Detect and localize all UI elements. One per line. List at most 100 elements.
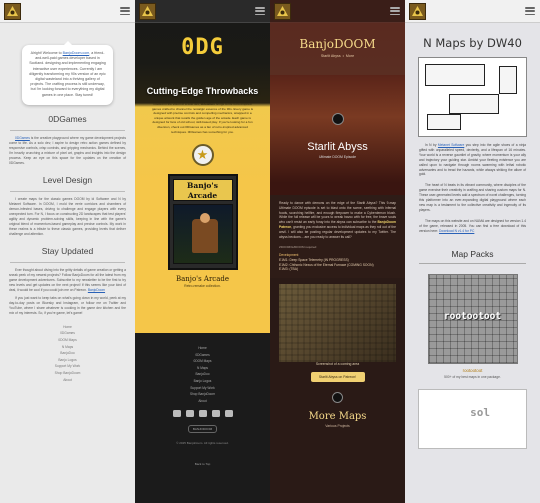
- copyright: © 2025 BanjoDoom. All rights reserved.: [176, 441, 229, 446]
- map-pack-thumbnail[interactable]: sol: [418, 388, 527, 449]
- paragraph-intro-a: In N by: [425, 143, 438, 147]
- hero-title: Cutting-Edge Throwbacks: [146, 86, 259, 96]
- map-text: Ready to dance with demons on the edge o…: [279, 201, 396, 239]
- site-title: BanjoDOOM: [299, 37, 376, 51]
- map-block: [425, 64, 485, 86]
- hero-link[interactable]: 0DGames: [201, 102, 215, 106]
- cover-title: Banjo's Arcade: [172, 179, 233, 202]
- hero-section: 0DG Cutting-Edge Throwbacks Rooted in th…: [135, 23, 270, 333]
- paragraph-stay-1-text: Ever thought about diving into the gritt…: [9, 267, 126, 292]
- divider: [10, 190, 125, 192]
- top-bar: [0, 0, 135, 23]
- map-text-b: , granting you exclusive access to indiv…: [279, 224, 396, 239]
- game-subtitle: Retro-remake collection.: [184, 284, 221, 289]
- map-pack-link[interactable]: rootootoot: [405, 368, 540, 373]
- banjodoom-link[interactable]: BanjoDoom: [88, 288, 105, 292]
- menu-icon[interactable]: [120, 7, 130, 15]
- nav-banjodoo[interactable]: BanjoDoo: [0, 350, 135, 357]
- intro-link[interactable]: BanjoDoom.com: [63, 51, 90, 55]
- more-maps-subtitle: Various Projects: [325, 423, 350, 428]
- nav-home[interactable]: Home: [135, 345, 270, 352]
- heading-map-packs: Map Packs: [451, 248, 494, 259]
- requirements: ZDOOM/GZDOOM required: [279, 245, 317, 250]
- site-header: BanjoDOOM Starlit Abyss • More: [270, 23, 405, 75]
- logo-icon[interactable]: [409, 2, 426, 20]
- panel-doom-maps-mobile: BanjoDOOM Starlit Abyss • More Starlit A…: [270, 0, 405, 503]
- nav-about[interactable]: About: [0, 377, 135, 384]
- logo-icon[interactable]: [4, 2, 21, 20]
- menu-icon[interactable]: [255, 7, 265, 15]
- menu-icon[interactable]: [525, 7, 535, 15]
- hero-text-b: brings to life retro-inspired games craf…: [151, 102, 254, 134]
- banjodoom-badge[interactable]: BANJODOOM: [187, 425, 218, 434]
- nav-n-maps[interactable]: N Maps: [135, 365, 270, 372]
- back-to-top-link[interactable]: Back to Top: [135, 462, 270, 466]
- footer-nav: Home 0DGames 0DOM Maps N Maps BanjoDoo B…: [0, 324, 135, 383]
- discord-icon[interactable]: [172, 410, 181, 418]
- paragraph-0dgames-text: is the creative playground where my game…: [9, 135, 126, 165]
- reddit-icon[interactable]: [198, 410, 207, 418]
- map-hero: Starlit Abyss Ultimate DOOM Episode: [270, 75, 405, 195]
- nav-about[interactable]: About: [135, 398, 270, 405]
- nav-banjo-logos[interactable]: Banjo Logos: [0, 357, 135, 364]
- development-list: Development E1M1: Deep Space Telemetry (…: [279, 253, 396, 271]
- nav-banjo-logos[interactable]: Banjo Logos: [135, 378, 270, 385]
- screenshot-caption: Screenshot of a coming area: [315, 361, 360, 366]
- nav-banjodoo[interactable]: BanjoDoo: [135, 371, 270, 378]
- cover-art: [172, 204, 233, 265]
- twitter-icon[interactable]: [211, 410, 220, 418]
- game-cover[interactable]: Banjo's Arcade: [167, 174, 238, 271]
- panel-n-maps-mobile: N Maps by DW40 In N by Metanet Software …: [405, 0, 540, 503]
- nav-separator: •: [342, 54, 344, 58]
- 0dgames-link[interactable]: 0DGames: [15, 136, 30, 140]
- map-pack-thumbnail[interactable]: rootootoot: [427, 273, 518, 364]
- logo-icon[interactable]: [139, 2, 156, 20]
- patreon-button[interactable]: Starlit Abyss on Patreon!: [310, 371, 365, 382]
- nav-starlit-abyss[interactable]: Starlit Abyss: [321, 54, 341, 58]
- game-title: Banjo's Arcade: [175, 275, 230, 284]
- footer: Home 0DGames 0DOM Maps N Maps BanjoDoo B…: [135, 333, 270, 467]
- map-pack-thumbnail-label: sol: [470, 405, 490, 419]
- nav-more[interactable]: More: [346, 54, 354, 58]
- logo-icon[interactable]: [274, 2, 291, 20]
- nav-shop[interactable]: Shop BanjoDoom: [0, 370, 135, 377]
- map-block: [449, 94, 499, 114]
- heading-stay-updated: Stay Updated: [41, 245, 94, 256]
- metanet-link[interactable]: Metanet Software: [438, 143, 464, 147]
- map-title: Starlit Abyss: [307, 141, 368, 153]
- heading-level-design: Level Design: [42, 174, 93, 185]
- nav-0dgames[interactable]: 0DGames: [0, 330, 135, 337]
- skull-icon: [331, 113, 344, 125]
- top-bar: [405, 0, 540, 23]
- header-nav: Starlit Abyss • More: [270, 54, 405, 58]
- map-pack-thumbnail-label: rootootoot: [443, 310, 502, 322]
- paragraph-community: The heart of N beats in its vibrant comm…: [419, 183, 526, 212]
- intro-bubble: Alright! Welcome to BanjoDoom.com, a fri…: [22, 41, 113, 105]
- menu-icon[interactable]: [390, 7, 400, 15]
- top-bar: [270, 0, 405, 23]
- youtube-icon[interactable]: [224, 410, 233, 418]
- hero-text-a: Rooted in the vision of a solo dev,: [153, 102, 200, 106]
- nav-home[interactable]: Home: [0, 324, 135, 331]
- 0dg-logo: 0DG: [181, 35, 224, 60]
- screenshot-carousel[interactable]: [279, 283, 396, 362]
- hero-text: Rooted in the vision of a solo dev, 0DGa…: [135, 102, 270, 134]
- nav-doom-maps[interactable]: 0DOM Maps: [135, 358, 270, 365]
- star-icon[interactable]: ★: [191, 144, 214, 167]
- nav-doom-maps[interactable]: 0DOM Maps: [0, 337, 135, 344]
- download-link[interactable]: Download N v1.4 for PC: [439, 229, 474, 233]
- instagram-icon[interactable]: [185, 410, 194, 418]
- nav-0dgames[interactable]: 0DGames: [135, 352, 270, 359]
- nav-n-maps[interactable]: N Maps: [0, 344, 135, 351]
- nav-support[interactable]: Support My Work: [135, 385, 270, 392]
- dev-item: E1M3: (TBA): [279, 267, 299, 272]
- divider: [10, 129, 125, 131]
- n-map-preview: [418, 57, 527, 137]
- intro-text-a: Alright! Welcome to: [30, 51, 62, 55]
- heading-0dgames: 0DGames: [48, 113, 87, 124]
- character-head-art: [199, 213, 210, 224]
- nav-shop[interactable]: Shop BanjoDoom: [135, 391, 270, 398]
- paragraph-stay-2: If you just want to keep tabs on what's …: [9, 295, 126, 315]
- nav-support[interactable]: Support My Work: [0, 363, 135, 370]
- panel-0dgames-mobile: 0DG Cutting-Edge Throwbacks Rooted in th…: [135, 0, 270, 503]
